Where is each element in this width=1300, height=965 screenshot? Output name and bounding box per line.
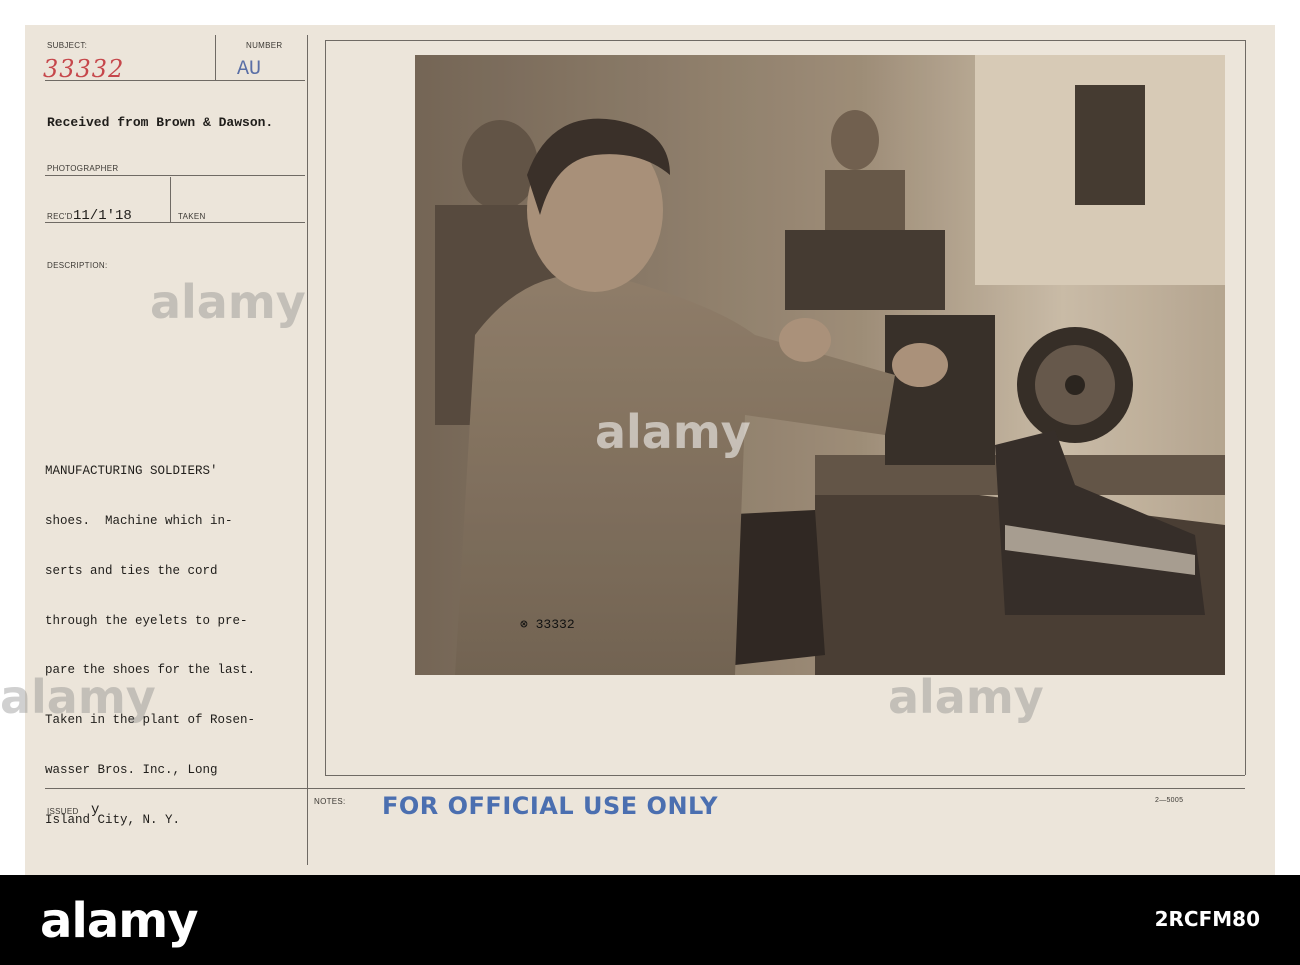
taken-label: TAKEN [178, 212, 206, 221]
description-text: MANUFACTURING SOLDIERS' shoes. Machine w… [45, 430, 305, 845]
recd-date: 11/1'18 [73, 208, 132, 224]
image-code: 2RCFM80 [1154, 907, 1260, 931]
received-from: Received from Brown & Dawson. [47, 115, 274, 130]
divider [45, 175, 305, 176]
description-line: wasser Bros. Inc., Long [45, 762, 218, 777]
number-value: AU [237, 58, 262, 81]
watermark-text: alamy [888, 670, 1044, 724]
divider [1245, 40, 1246, 775]
watermark-text: alamy [0, 670, 156, 724]
recd-label: REC'D [47, 212, 73, 221]
subject-label: SUBJECT: [47, 41, 88, 50]
description-line: shoes. Machine which in- [45, 513, 233, 528]
description-line: Island City, N. Y. [45, 812, 181, 827]
watermark-text: alamy [595, 405, 751, 459]
alamy-logo: alamy [40, 893, 199, 949]
historical-photograph: ⊗ 33332 [415, 55, 1225, 675]
number-label: NUMBER [246, 41, 283, 50]
watermark-text: alamy [150, 275, 306, 329]
form-number: 2—5005 [1155, 797, 1184, 804]
photo-illustration [415, 55, 1225, 675]
official-use-stamp: FOR OFFICIAL USE ONLY [382, 792, 718, 820]
notes-label: NOTES: [314, 797, 346, 806]
description-label: DESCRIPTION: [47, 261, 108, 270]
divider [307, 35, 308, 865]
divider [325, 775, 1245, 776]
divider [325, 40, 1245, 41]
description-line: MANUFACTURING SOLDIERS' [45, 464, 218, 479]
divider [325, 40, 326, 775]
photo-negative-number: ⊗ 33332 [520, 617, 575, 632]
divider [170, 177, 171, 222]
divider [215, 35, 216, 80]
subject-number: 33332 [43, 55, 125, 83]
photographer-label: PHOTOGRAPHER [47, 164, 119, 173]
description-line: through the eyelets to pre- [45, 613, 248, 628]
stock-footer: alamy 2RCFM80 [0, 875, 1300, 965]
description-line: serts and ties the cord [45, 563, 218, 578]
